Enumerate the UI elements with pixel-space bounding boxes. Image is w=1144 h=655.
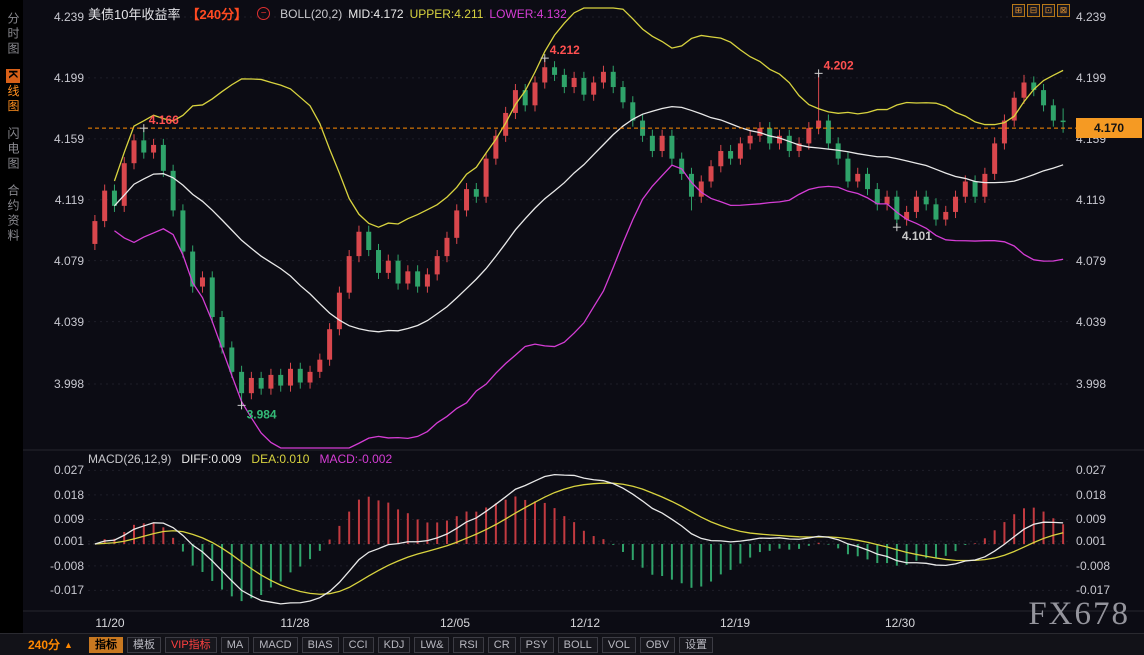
price-axis-label-left: 4.199 (26, 71, 84, 85)
macd-axis-label-right: 0.027 (1076, 463, 1106, 477)
tab-bias[interactable]: BIAS (302, 637, 339, 653)
period-up-icon[interactable]: ▲ (64, 640, 73, 650)
sidebar-item-label: 合约资料 (6, 184, 20, 244)
tab-ma[interactable]: MA (221, 637, 250, 653)
footer-period-label[interactable]: 240分 (28, 636, 60, 653)
macd-axis-label-left: 0.009 (26, 512, 84, 526)
boll-lower-value: LOWER:4.132 (489, 7, 566, 21)
tab-kdj[interactable]: KDJ (378, 637, 411, 653)
tab-vol[interactable]: VOL (602, 637, 636, 653)
price-axis-label-left: 3.998 (26, 377, 84, 391)
svg-text:3.984: 3.984 (247, 407, 277, 421)
zoom-in-icon[interactable]: ⊞ (1012, 4, 1025, 17)
macd-axis-label-left: -0.008 (26, 559, 84, 573)
tab-lw[interactable]: LW& (414, 637, 449, 653)
boll-indicator-label: BOLL(20,2) (280, 7, 342, 21)
sidebar-item-label: 线图 (6, 85, 20, 115)
macd-axis-label-right: -0.008 (1076, 559, 1110, 573)
indicator-toolbar: 240分 ▲ 指标 模板 VIP指标 MA MACD BIAS CCI KDJ … (0, 633, 1144, 655)
tab-vip-indicator[interactable]: VIP指标 (165, 637, 217, 653)
tab-settings[interactable]: 设置 (679, 637, 713, 653)
sidebar-item-kline-chart[interactable]: K 线图 (5, 69, 22, 115)
boll-upper-value: UPPER:4.211 (410, 7, 484, 21)
macd-header: MACD(26,12,9) DIFF:0.009 DEA:0.010 MACD:… (88, 452, 392, 466)
tab-cci[interactable]: CCI (343, 637, 374, 653)
sidebar-item-label: 闪电图 (6, 127, 20, 172)
price-axis-label-left: 4.159 (26, 132, 84, 146)
macd-axis-label-right: -0.017 (1076, 583, 1110, 597)
sidebar-item-time-chart[interactable]: 分时图 (5, 12, 22, 57)
price-axis-label-left: 4.119 (26, 193, 84, 207)
macd-dea-value: DEA:0.010 (251, 452, 309, 466)
sidebar-item-contract-info[interactable]: 合约资料 (5, 184, 22, 244)
chart-header: 美债10年收益率 【240分】 − BOLL(20,2) MID:4.172 U… (88, 4, 567, 23)
date-axis-label: 11/20 (88, 616, 132, 630)
tab-cr[interactable]: CR (488, 637, 516, 653)
svg-text:4.212: 4.212 (550, 43, 580, 57)
date-axis-label: 12/19 (713, 616, 757, 630)
date-axis-label: 12/12 (563, 616, 607, 630)
tab-obv[interactable]: OBV (640, 637, 675, 653)
capture-icon[interactable]: ⊡ (1042, 4, 1055, 17)
collapse-circle-icon[interactable]: − (257, 7, 270, 20)
kline-badge: K (6, 69, 20, 83)
macd-indicator-label: MACD(26,12,9) (88, 452, 171, 466)
chart-toolbar: ⊞ ⊟ ⊡ ⊠ (1012, 4, 1070, 17)
macd-axis-label-left: 0.018 (26, 488, 84, 502)
layout-icon[interactable]: ⊠ (1057, 4, 1070, 17)
chart-type-sidebar: 分时图 K 线图 闪电图 合约资料 (0, 0, 23, 655)
price-axis-label-right: 4.199 (1076, 71, 1106, 85)
date-axis-label: 12/30 (878, 616, 922, 630)
price-axis-label-right: 4.119 (1076, 193, 1105, 207)
macd-axis-label-left: 0.027 (26, 463, 84, 477)
macd-axis-label-left: -0.017 (26, 583, 84, 597)
current-price-tag: 4.170 (1076, 118, 1142, 138)
sidebar-item-lightning-chart[interactable]: 闪电图 (5, 127, 22, 172)
chart-period-tag: 【240分】 (186, 4, 247, 23)
tab-indicator[interactable]: 指标 (89, 637, 123, 653)
price-axis-label-right: 3.998 (1076, 377, 1106, 391)
date-axis-label: 12/05 (433, 616, 477, 630)
price-axis-label-right: 4.079 (1076, 254, 1106, 268)
svg-text:4.202: 4.202 (824, 58, 854, 72)
price-axis-label-right: 4.039 (1076, 315, 1106, 329)
price-axis-label-left: 4.079 (26, 254, 84, 268)
tab-macd[interactable]: MACD (253, 637, 297, 653)
macd-axis-label-right: 0.001 (1076, 534, 1106, 548)
price-axis-label-left: 4.039 (26, 315, 84, 329)
macd-diff-value: DIFF:0.009 (181, 452, 241, 466)
sidebar-item-label: 分时图 (6, 12, 20, 57)
fx678-watermark: FX678 (1028, 596, 1130, 633)
svg-text:4.166: 4.166 (149, 113, 179, 127)
zoom-out-icon[interactable]: ⊟ (1027, 4, 1040, 17)
tab-boll[interactable]: BOLL (558, 637, 598, 653)
tab-template[interactable]: 模板 (127, 637, 161, 653)
macd-axis-label-right: 0.018 (1076, 488, 1106, 502)
boll-mid-value: MID:4.172 (348, 7, 403, 21)
price-axis-label-left: 4.239 (26, 10, 84, 24)
tab-rsi[interactable]: RSI (453, 637, 483, 653)
svg-text:4.101: 4.101 (902, 229, 932, 243)
date-axis-label: 11/28 (273, 616, 317, 630)
macd-axis-label-right: 0.009 (1076, 512, 1106, 526)
tab-psy[interactable]: PSY (520, 637, 554, 653)
macd-axis-label-left: 0.001 (26, 534, 84, 548)
price-axis-label-right: 4.239 (1076, 10, 1106, 24)
macd-macd-value: MACD:-0.002 (319, 452, 392, 466)
chart-title: 美债10年收益率 (88, 4, 180, 23)
candlestick-chart-canvas[interactable]: 4.166 3.984 4.212 4.202 4.101 (0, 0, 1144, 655)
